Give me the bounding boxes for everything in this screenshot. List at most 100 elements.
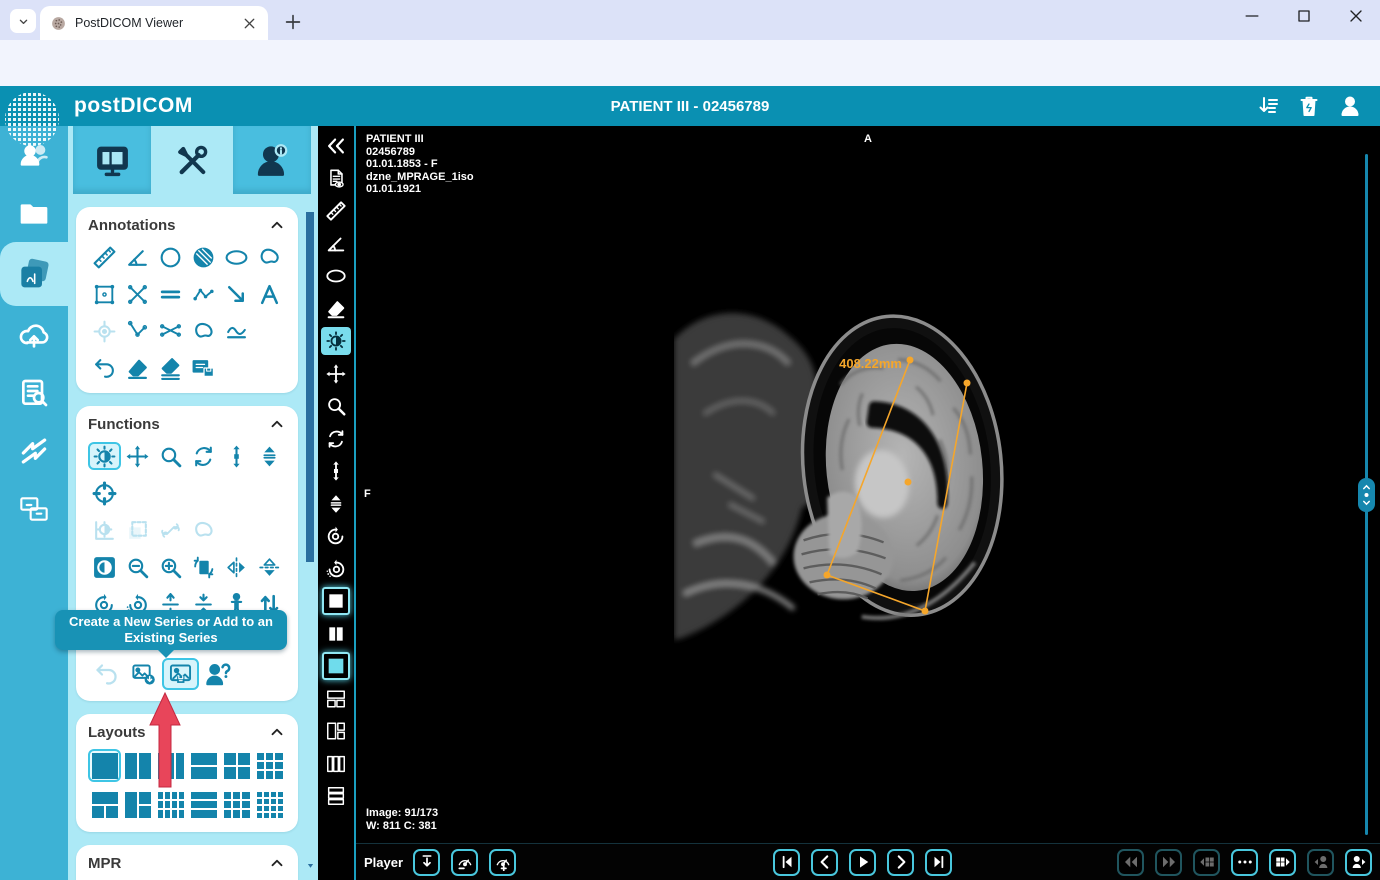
undo-button[interactable] bbox=[88, 354, 121, 382]
sidebar-item-list-search[interactable] bbox=[0, 364, 68, 422]
minimize-button[interactable] bbox=[1242, 6, 1262, 26]
layout-option-1top-2bottom[interactable] bbox=[88, 788, 121, 821]
browser-tab[interactable]: PostDICOM Viewer bbox=[40, 6, 268, 40]
window-close-button[interactable] bbox=[1346, 6, 1366, 26]
collapse-layouts-icon[interactable] bbox=[268, 723, 286, 741]
sidebar-item-folder[interactable] bbox=[0, 184, 68, 242]
rect-roi-button[interactable] bbox=[88, 280, 121, 308]
toolbar-sq-filled-button[interactable] bbox=[322, 652, 350, 680]
angle-open-button[interactable] bbox=[121, 317, 154, 345]
layout-option-3row[interactable] bbox=[187, 788, 220, 821]
recycle-bin-icon[interactable] bbox=[1297, 94, 1321, 118]
sidebar-item-photos[interactable] bbox=[0, 242, 68, 306]
toolbar-pan-button[interactable] bbox=[321, 360, 351, 388]
save-note-button[interactable] bbox=[187, 354, 220, 382]
flip-page-button[interactable] bbox=[187, 553, 220, 581]
panel-tab-tools[interactable] bbox=[153, 126, 231, 194]
collapse-functions-icon[interactable] bbox=[268, 415, 286, 433]
player-speed-minus-button[interactable] bbox=[451, 849, 478, 876]
collapse-mpr-icon[interactable] bbox=[268, 854, 286, 872]
player-ser-prev-button[interactable] bbox=[1117, 849, 1144, 876]
layout-option-4x4[interactable] bbox=[253, 788, 286, 821]
player-per-prev-button[interactable] bbox=[1307, 849, 1334, 876]
toolbar-col3-button[interactable] bbox=[321, 750, 351, 778]
user-icon[interactable] bbox=[1338, 94, 1362, 118]
export-img-button[interactable] bbox=[125, 658, 162, 690]
scroll-down-icon[interactable] bbox=[306, 861, 315, 870]
toolbar-rotate-cw-button[interactable] bbox=[321, 522, 351, 550]
stack-button[interactable] bbox=[253, 442, 286, 470]
toolbar-angle-button[interactable] bbox=[321, 230, 351, 258]
player-grid-prev-button[interactable] bbox=[1193, 849, 1220, 876]
toolbar-lay-lr-button[interactable] bbox=[321, 717, 351, 745]
text-a-button[interactable] bbox=[253, 280, 286, 308]
localizer-button[interactable] bbox=[88, 479, 121, 507]
layout-option-3x3[interactable] bbox=[253, 749, 286, 782]
panel-scrollbar[interactable] bbox=[306, 208, 314, 870]
toolbar-ruler-button[interactable] bbox=[321, 197, 351, 225]
flip-v-button[interactable] bbox=[253, 553, 286, 581]
maximize-button[interactable] bbox=[1294, 6, 1314, 26]
flip-h-button[interactable] bbox=[220, 553, 253, 581]
person-q-button[interactable] bbox=[199, 658, 236, 690]
panel-tab-monitor[interactable] bbox=[73, 126, 151, 194]
panel-tab-person[interactable] bbox=[233, 126, 311, 194]
player-ser-next-button[interactable] bbox=[1155, 849, 1182, 876]
angle-button[interactable] bbox=[121, 243, 154, 271]
toolbar-eraser-button[interactable] bbox=[321, 295, 351, 323]
vscroll-button[interactable] bbox=[220, 442, 253, 470]
toolbar-collapse-left-button[interactable] bbox=[321, 132, 351, 160]
layout-option-2row[interactable] bbox=[187, 749, 220, 782]
rotate-button[interactable] bbox=[187, 442, 220, 470]
new-tab-button[interactable] bbox=[282, 11, 304, 33]
toolbar-stack-button[interactable] bbox=[321, 490, 351, 518]
toolbar-report-button[interactable] bbox=[321, 165, 351, 193]
pan-button[interactable] bbox=[121, 442, 154, 470]
layout-option-3x3-wide[interactable] bbox=[220, 788, 253, 821]
player-nav-play-button[interactable] bbox=[849, 849, 876, 876]
tab-close-icon[interactable] bbox=[241, 15, 258, 32]
invert-button[interactable] bbox=[88, 553, 121, 581]
wl-button[interactable] bbox=[88, 442, 121, 470]
toolbar-wl-button[interactable] bbox=[321, 327, 351, 355]
tab-search-button[interactable] bbox=[10, 9, 36, 33]
eraser-button[interactable] bbox=[121, 354, 154, 382]
player-speed-plus-button[interactable] bbox=[489, 849, 516, 876]
cobb-button[interactable] bbox=[154, 317, 187, 345]
toolbar-rotate-button[interactable] bbox=[321, 425, 351, 453]
layout-option-2x2[interactable] bbox=[220, 749, 253, 782]
parallel-button[interactable] bbox=[154, 280, 187, 308]
toolbar-lay-tb-button[interactable] bbox=[321, 685, 351, 713]
toolbar-row3-button[interactable] bbox=[321, 782, 351, 810]
sort-descending-icon[interactable] bbox=[1256, 94, 1280, 118]
layout-option-1left-2right[interactable] bbox=[121, 788, 154, 821]
circle-button[interactable] bbox=[154, 243, 187, 271]
layout-option-4x3[interactable] bbox=[154, 788, 187, 821]
sidebar-item-cloud-up[interactable] bbox=[0, 306, 68, 364]
circle-hatched-button[interactable] bbox=[187, 243, 220, 271]
image-viewport[interactable]: PATIENT III 02456789 01.01.1853 - F dzne… bbox=[356, 126, 1380, 880]
ellipse-button[interactable] bbox=[220, 243, 253, 271]
player-grid-next-button[interactable] bbox=[1269, 849, 1296, 876]
create-series-button[interactable] bbox=[162, 658, 199, 690]
ruler-button[interactable] bbox=[88, 243, 121, 271]
player-nav-last-button[interactable] bbox=[925, 849, 952, 876]
collapse-annotations-icon[interactable] bbox=[268, 216, 286, 234]
spline-button[interactable] bbox=[220, 317, 253, 345]
player-nav-first-button[interactable] bbox=[773, 849, 800, 876]
image-scroll-handle[interactable] bbox=[1358, 478, 1375, 512]
player-dl-down-button[interactable] bbox=[413, 849, 440, 876]
toolbar-zoom-button[interactable] bbox=[321, 392, 351, 420]
layout-option-1x1[interactable] bbox=[88, 749, 121, 782]
sidebar-item-sync[interactable] bbox=[0, 422, 68, 480]
toolbar-col2-filled-button[interactable] bbox=[321, 620, 351, 648]
player-per-next-button[interactable] bbox=[1345, 849, 1372, 876]
zoom-out-button[interactable] bbox=[121, 553, 154, 581]
sidebar-item-share-screens[interactable] bbox=[0, 480, 68, 538]
toolbar-ellipse-button[interactable] bbox=[321, 262, 351, 290]
freehand-button[interactable] bbox=[253, 243, 286, 271]
toolbar-rotate-ccw-button[interactable] bbox=[321, 555, 351, 583]
scrollbar-thumb[interactable] bbox=[306, 212, 314, 562]
toolbar-vscroll-button[interactable] bbox=[321, 457, 351, 485]
arrow-button[interactable] bbox=[220, 280, 253, 308]
